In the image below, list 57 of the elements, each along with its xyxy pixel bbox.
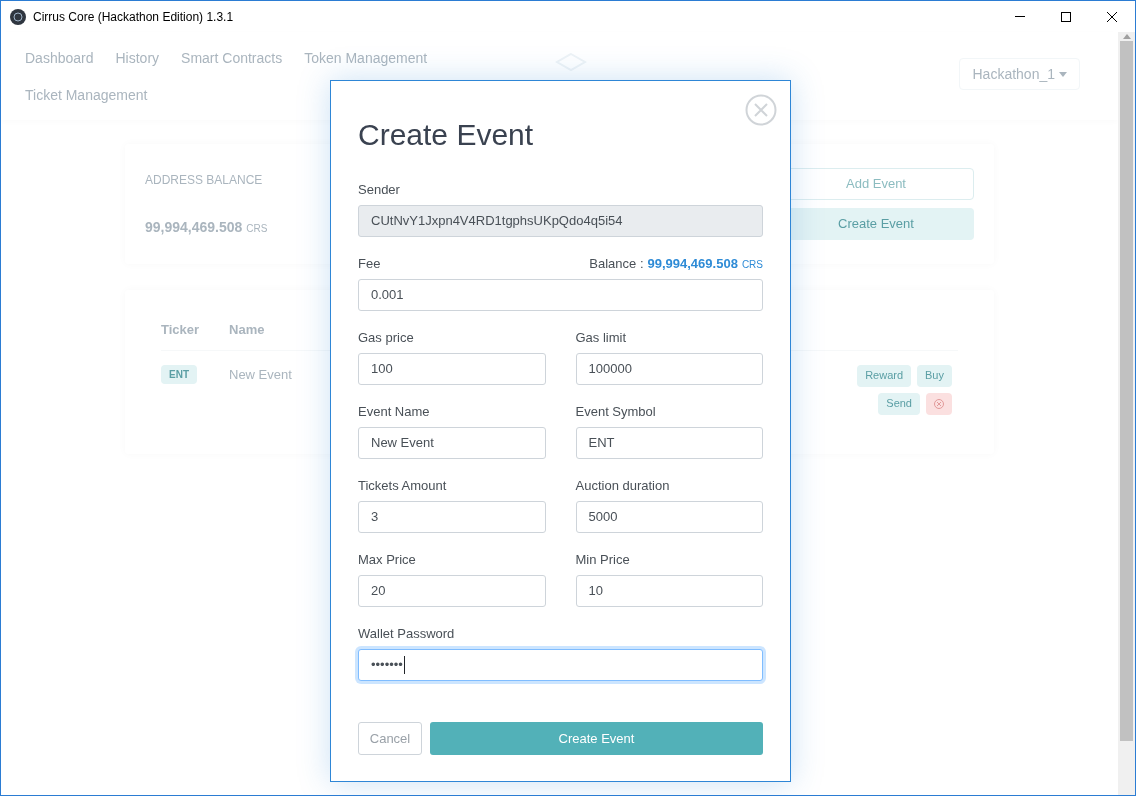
- maximize-icon: [1061, 11, 1071, 22]
- nav-link[interactable]: Smart Contracts: [181, 48, 283, 69]
- column-header: Ticker: [161, 321, 200, 339]
- text-cursor: [403, 656, 405, 674]
- balance-amount: 99,994,469.508: [145, 217, 243, 237]
- app-logo-icon: [10, 8, 26, 25]
- field-label: Auction duration: [575, 476, 670, 495]
- field-label: Tickets Amount: [358, 476, 447, 495]
- input-field[interactable]: ENT: [575, 427, 763, 459]
- close-icon: [1107, 11, 1117, 22]
- nav-link[interactable]: Ticket Management: [25, 85, 148, 106]
- input-field[interactable]: 10: [575, 575, 763, 607]
- caret-icon: [1059, 71, 1067, 77]
- action-button[interactable]: Buy: [917, 364, 952, 387]
- field-label: Min Price: [575, 550, 630, 569]
- input-field[interactable]: 5000: [575, 501, 763, 533]
- field-label: Gas limit: [575, 328, 627, 347]
- balance-label: Balance :: [589, 254, 644, 273]
- balance-amount: 99,994,469.508: [647, 254, 738, 273]
- wallet-dropdown[interactable]: Hackathon_1: [959, 58, 1080, 90]
- close-icon: [745, 94, 777, 126]
- balance-unit: CRS: [741, 257, 763, 272]
- cancel-button[interactable]: Cancel: [358, 722, 422, 755]
- field-label: Gas price: [358, 328, 414, 347]
- input-field[interactable]: 20: [358, 575, 546, 607]
- action-button[interactable]: Reward: [857, 364, 912, 387]
- ticker-badge: ENT: [161, 364, 197, 384]
- field-label: Wallet Password: [358, 624, 455, 643]
- scroll-thumb[interactable]: [1120, 41, 1133, 741]
- input-field[interactable]: 0.001: [358, 279, 763, 311]
- field-label: Sender: [358, 180, 400, 199]
- column-header: Name: [229, 321, 265, 339]
- scrollbar[interactable]: [1118, 32, 1135, 795]
- window-title: Cirrus Core (Hackathon Edition) 1.3.1: [33, 8, 234, 26]
- input-field[interactable]: •••••••: [358, 649, 763, 681]
- input-field[interactable]: 100: [358, 353, 546, 385]
- field-label: Event Name: [358, 402, 430, 421]
- balance-unit: CRS: [246, 221, 268, 236]
- scroll-up-icon: [1122, 34, 1131, 39]
- dialog-title: Create Event: [358, 117, 535, 153]
- card-heading: ADDRESS BALANCE: [145, 171, 264, 189]
- field-label: Fee: [358, 254, 381, 273]
- nav-link[interactable]: History: [115, 48, 160, 69]
- table-cell-text: New Event: [229, 365, 292, 384]
- minimize-icon: [1015, 16, 1025, 17]
- nav-link[interactable]: Dashboard: [25, 48, 94, 69]
- field-label: Event Symbol: [575, 402, 656, 421]
- input-field[interactable]: 100000: [575, 353, 763, 385]
- close-icon: [934, 398, 944, 409]
- nav-link[interactable]: Token Management: [304, 48, 428, 69]
- input-field[interactable]: 3: [358, 501, 546, 533]
- input-field[interactable]: New Event: [358, 427, 546, 459]
- delete-button[interactable]: [926, 392, 952, 415]
- field-label: Max Price: [358, 550, 416, 569]
- create-event-button[interactable]: Create Event: [430, 722, 763, 755]
- action-button[interactable]: Send: [878, 392, 920, 415]
- close-button[interactable]: [745, 94, 777, 126]
